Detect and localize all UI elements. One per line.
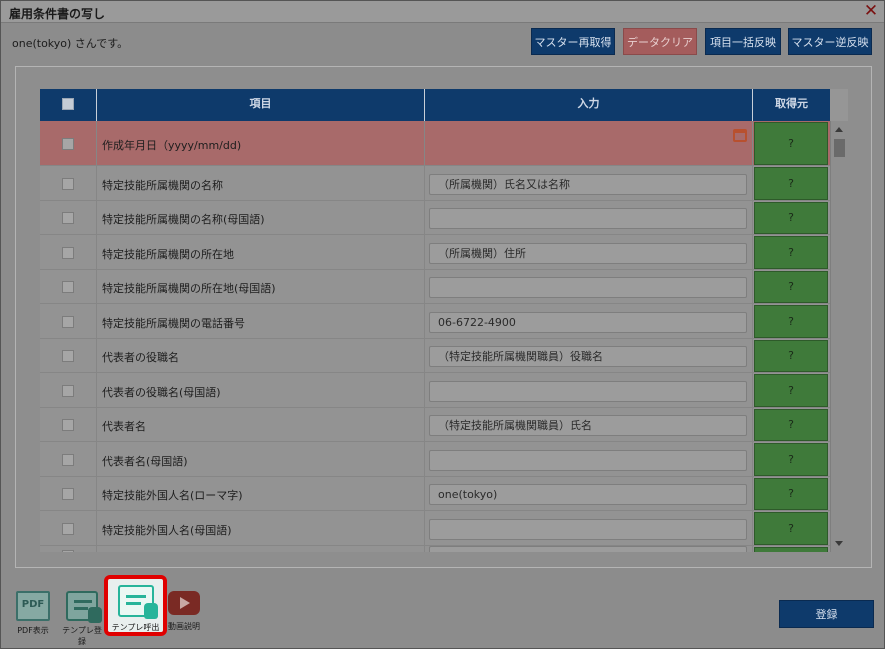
user-greeting: one(tokyo) さんです。 xyxy=(12,37,129,50)
calendar-icon[interactable] xyxy=(733,129,747,142)
row-label: 特定技能所属機関の所在地 xyxy=(102,248,234,261)
table-row: 特定技能所属機関の電話番号 06-6722-4900? xyxy=(40,304,830,339)
bulk-apply-button[interactable]: 項目一括反映 xyxy=(705,28,781,55)
source-button[interactable]: ? xyxy=(754,512,828,545)
scroll-thumb[interactable] xyxy=(834,139,845,157)
video-icon xyxy=(168,591,200,615)
title-bar: 雇用条件書の写し ✕ xyxy=(1,1,884,23)
row-input[interactable]: （所属機関）住所 xyxy=(429,243,747,264)
tool-label: 動画説明 xyxy=(168,622,200,631)
template-call-icon xyxy=(117,585,158,619)
source-button[interactable]: ? xyxy=(754,443,828,476)
source-button[interactable]: ? xyxy=(754,409,828,441)
row-input[interactable]: one(tokyo) xyxy=(429,484,747,505)
table-header: 項目 入力 取得元 xyxy=(40,89,830,121)
select-all-checkbox[interactable] xyxy=(62,98,74,110)
data-clear-button[interactable]: データクリア xyxy=(623,28,697,55)
row-label: 代表者の役職名(母国語) xyxy=(102,386,221,399)
source-button[interactable]: ? xyxy=(754,271,828,303)
source-button[interactable] xyxy=(754,547,828,552)
video-guide-tool[interactable]: 動画説明 xyxy=(167,591,201,632)
row-input[interactable]: （特定技能所属機関職員）氏名 xyxy=(429,415,747,436)
source-button[interactable]: ? xyxy=(754,236,828,269)
row-checkbox[interactable] xyxy=(62,385,74,397)
source-button[interactable]: ? xyxy=(754,167,828,200)
scroll-down-icon[interactable] xyxy=(835,541,843,546)
tool-label: PDF表示 xyxy=(17,626,49,635)
source-button[interactable]: ? xyxy=(754,305,828,338)
table-row: 作成年月日（yyyy/mm/dd)? xyxy=(40,121,830,166)
tool-label: テンプレ呼出 xyxy=(111,623,160,632)
header-input: 入力 xyxy=(425,89,753,121)
row-checkbox[interactable] xyxy=(62,454,74,466)
header-item: 項目 xyxy=(97,89,425,121)
row-label: 特定技能所属機関の名称(母国語) xyxy=(102,213,265,226)
table-row xyxy=(40,546,830,552)
row-label: 代表者名 xyxy=(102,420,146,433)
pdf-icon: PDF xyxy=(16,591,50,621)
master-reverse-apply-button[interactable]: マスター逆反映 xyxy=(788,28,872,55)
template-register-tool[interactable]: テンプレ登録 xyxy=(59,591,105,647)
row-checkbox[interactable] xyxy=(62,316,74,328)
row-checkbox[interactable] xyxy=(62,419,74,431)
tool-label: テンプレ登録 xyxy=(62,626,102,646)
row-checkbox[interactable] xyxy=(62,350,74,362)
row-label: 代表者の役職名 xyxy=(102,351,179,364)
row-label: 特定技能所属機関の所在地(母国語) xyxy=(102,282,276,295)
table-row: 特定技能所属機関の名称(母国語)? xyxy=(40,201,830,235)
row-input[interactable] xyxy=(429,450,747,471)
table-row: 特定技能所属機関の所在地 （所属機関）住所? xyxy=(40,235,830,270)
source-button[interactable]: ? xyxy=(754,340,828,372)
table-row: 代表者の役職名 （特定技能所属機関職員）役職名? xyxy=(40,339,830,373)
row-label: 特定技能所属機関の電話番号 xyxy=(102,317,245,330)
table-row: 特定技能所属機関の所在地(母国語)? xyxy=(40,270,830,304)
template-register-icon xyxy=(66,591,102,623)
row-input[interactable] xyxy=(429,381,747,402)
row-checkbox[interactable] xyxy=(62,138,74,150)
pdf-view-tool[interactable]: PDF PDF表示 xyxy=(13,591,53,636)
row-input[interactable] xyxy=(429,519,747,540)
row-input[interactable] xyxy=(429,208,747,229)
close-icon[interactable]: ✕ xyxy=(862,2,880,20)
table-row: 特定技能外国人名(母国語)? xyxy=(40,511,830,546)
row-label: 代表者名(母国語) xyxy=(102,455,188,468)
dialog-title: 雇用条件書の写し xyxy=(9,7,106,21)
field-table: 項目 入力 取得元 作成年月日（yyyy/mm/dd)? 特定技能所属機関の名称 （… xyxy=(40,89,848,552)
row-input[interactable] xyxy=(429,546,747,552)
source-button[interactable]: ? xyxy=(754,122,828,165)
row-input[interactable]: 06-6722-4900 xyxy=(429,312,747,333)
scroll-up-icon[interactable] xyxy=(835,127,843,132)
register-button[interactable]: 登録 xyxy=(779,600,874,628)
table-row: 特定技能外国人名(ローマ字) one(tokyo)? xyxy=(40,477,830,511)
row-checkbox[interactable] xyxy=(62,550,74,552)
table-row: 特定技能所属機関の名称 （所属機関）氏名又は名称? xyxy=(40,166,830,201)
row-label: 特定技能外国人名(母国語) xyxy=(102,524,232,537)
row-label: 特定技能外国人名(ローマ字) xyxy=(102,489,243,502)
row-checkbox[interactable] xyxy=(62,178,74,190)
row-input[interactable] xyxy=(429,277,747,298)
header-source: 取得元 xyxy=(775,97,808,110)
table-row: 代表者の役職名(母国語)? xyxy=(40,373,830,408)
template-call-tool[interactable]: テンプレ呼出 xyxy=(104,575,167,636)
dialog-window: 雇用条件書の写し ✕ one(tokyo) さんです。 マスター再取得 データク… xyxy=(0,0,885,649)
row-label: 特定技能所属機関の名称 xyxy=(102,179,223,192)
row-checkbox[interactable] xyxy=(62,247,74,259)
table-row: 代表者名 （特定技能所属機関職員）氏名? xyxy=(40,408,830,442)
table-scrollbar[interactable] xyxy=(830,121,848,552)
master-refetch-button[interactable]: マスター再取得 xyxy=(531,28,615,55)
table-row: 代表者名(母国語)? xyxy=(40,442,830,477)
row-checkbox[interactable] xyxy=(62,212,74,224)
row-checkbox[interactable] xyxy=(62,281,74,293)
row-label: 作成年月日（yyyy/mm/dd) xyxy=(102,139,242,152)
row-checkbox[interactable] xyxy=(62,523,74,535)
source-button[interactable]: ? xyxy=(754,202,828,234)
row-checkbox[interactable] xyxy=(62,488,74,500)
row-input[interactable]: （特定技能所属機関職員）役職名 xyxy=(429,346,747,367)
source-button[interactable]: ? xyxy=(754,478,828,510)
source-button[interactable]: ? xyxy=(754,374,828,407)
row-input[interactable]: （所属機関）氏名又は名称 xyxy=(429,174,747,195)
